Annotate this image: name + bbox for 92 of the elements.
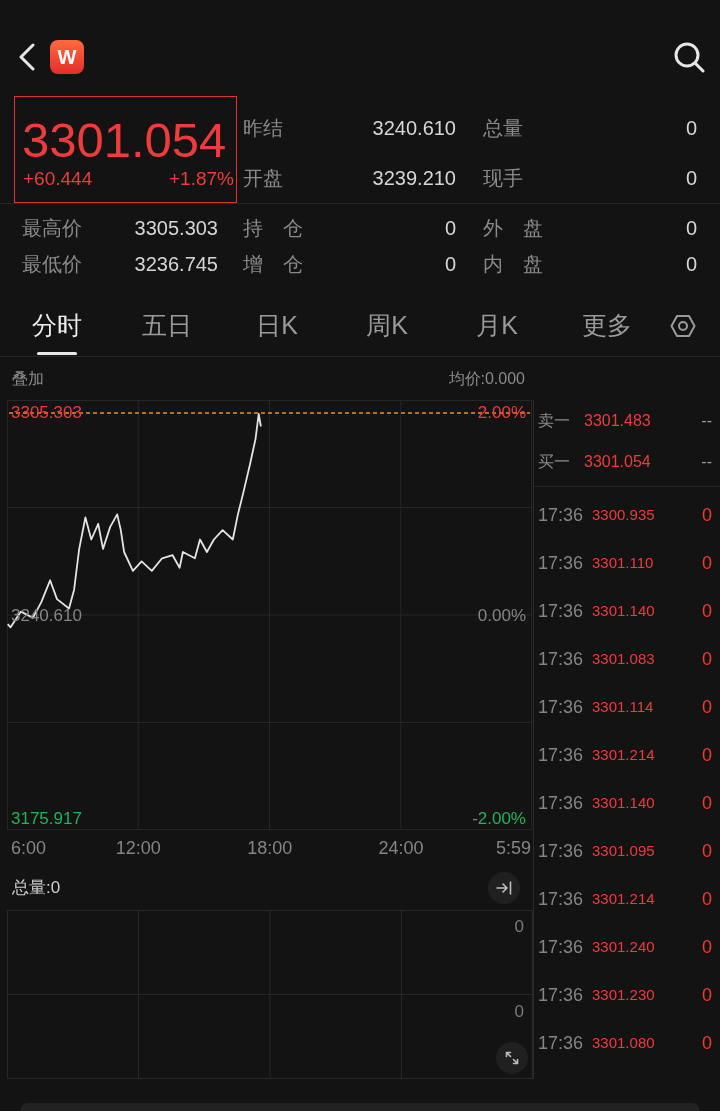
order-price: 3301.483 (584, 410, 651, 431)
trade-price: 3301.140 (592, 600, 655, 621)
chart-tab[interactable]: 分时 (2, 296, 112, 356)
stat-label: 内 盘 (483, 252, 544, 277)
trade-volume: 0 (702, 503, 712, 527)
chart-tab[interactable]: 周K (332, 296, 442, 356)
stat-label: 持 仓 (243, 216, 304, 241)
stat-value: 0 (684, 252, 697, 277)
trade-price: 3301.214 (592, 744, 655, 765)
volume-axis-label: 0 (514, 1001, 524, 1023)
trade-volume: 0 (702, 791, 712, 815)
order-volume: -- (701, 451, 712, 472)
price-change: +60.444 (23, 168, 93, 190)
trade-price: 3301.083 (592, 648, 655, 669)
trade-volume: 0 (702, 743, 712, 767)
stat-label: 最低价 (22, 252, 83, 277)
stat-value: 3239.210 (371, 166, 456, 191)
stat-label: 最高价 (22, 216, 83, 241)
time-axis-label: 24:00 (378, 837, 424, 860)
order-price: 3301.054 (584, 451, 651, 472)
stat-value: 3236.745 (133, 252, 218, 277)
percent-axis-label: 2.00% (477, 402, 526, 424)
time-axis-label: 6:00 (11, 837, 47, 860)
price-axis-label: 3305.303 (11, 402, 82, 424)
trade-time: 17:36 (538, 743, 585, 767)
total-volume-label: 总量:0 (12, 877, 61, 900)
trade-time: 17:36 (538, 791, 585, 815)
expand-icon[interactable] (496, 1042, 528, 1074)
price-change-percent: +1.87% (169, 168, 234, 190)
stat-label: 总量 (483, 116, 524, 141)
price-axis-label: 3175.917 (11, 808, 82, 830)
volume-axis-label: 0 (514, 916, 524, 938)
chart-tab[interactable]: 月K (442, 296, 552, 356)
trade-price: 3301.080 (592, 1032, 655, 1053)
trade-price: 3301.140 (592, 792, 655, 813)
stat-value: 0 (443, 252, 456, 277)
chart-tab[interactable]: 五日 (112, 296, 222, 356)
trade-volume: 0 (702, 695, 712, 719)
trade-time: 17:36 (538, 599, 585, 623)
stat-value: 0 (684, 166, 697, 191)
trade-price: 3301.114 (592, 696, 654, 717)
order-side-label: 买一 (538, 451, 571, 472)
trade-volume: 0 (702, 839, 712, 863)
trade-volume: 0 (702, 647, 712, 671)
order-side-label: 卖一 (538, 410, 571, 431)
trade-price: 3301.095 (592, 840, 655, 861)
trade-price: 3300.935 (592, 504, 655, 525)
trade-time: 17:36 (538, 1031, 585, 1055)
chart-tab[interactable]: 日K (222, 296, 332, 356)
stat-label: 现手 (483, 166, 524, 191)
stat-label: 昨结 (243, 116, 284, 141)
time-axis-label: 5:59 (495, 837, 531, 860)
order-volume: -- (701, 410, 712, 431)
settings-icon[interactable] (670, 314, 696, 338)
trade-volume: 0 (702, 935, 712, 959)
stat-label: 外 盘 (483, 216, 544, 241)
stat-value: 0 (684, 116, 697, 141)
trade-time: 17:36 (538, 983, 585, 1007)
last-price: 3301.054 (22, 115, 228, 165)
trade-time: 17:36 (538, 551, 585, 575)
trade-time: 17:36 (538, 839, 585, 863)
jump-to-end-icon[interactable] (488, 872, 520, 904)
percent-axis-label: -2.00% (472, 808, 526, 830)
trade-price: 3301.110 (592, 552, 654, 573)
trade-time: 17:36 (538, 503, 585, 527)
time-axis-label: 12:00 (115, 837, 161, 860)
back-icon[interactable] (18, 43, 36, 71)
trade-volume: 0 (702, 983, 712, 1007)
chart-tab[interactable]: 更多 (552, 296, 662, 356)
trade-time: 17:36 (538, 695, 585, 719)
trade-price: 3301.240 (592, 936, 655, 957)
time-axis-label: 18:00 (247, 837, 293, 860)
percent-axis-label: 0.00% (477, 605, 526, 627)
app-logo: W (50, 40, 84, 74)
trade-time: 17:36 (538, 647, 585, 671)
stat-value: 3240.610 (371, 116, 456, 141)
stat-value: 3305.303 (133, 216, 218, 241)
trade-volume: 0 (702, 887, 712, 911)
stat-value: 0 (684, 216, 697, 241)
stat-label: 开盘 (243, 166, 284, 191)
overlay-toggle[interactable]: 叠加 (12, 366, 44, 391)
stat-label: 增 仓 (243, 252, 304, 277)
trade-time: 17:36 (538, 887, 585, 911)
average-price-label: 均价:0.000 (448, 368, 525, 389)
trade-price: 3301.230 (592, 984, 655, 1005)
search-icon[interactable] (673, 41, 705, 73)
trade-volume: 0 (702, 551, 712, 575)
trade-time: 17:36 (538, 935, 585, 959)
trade-price: 3301.214 (592, 888, 655, 909)
trade-volume: 0 (702, 1031, 712, 1055)
stat-value: 0 (443, 216, 456, 241)
trade-volume: 0 (702, 599, 712, 623)
